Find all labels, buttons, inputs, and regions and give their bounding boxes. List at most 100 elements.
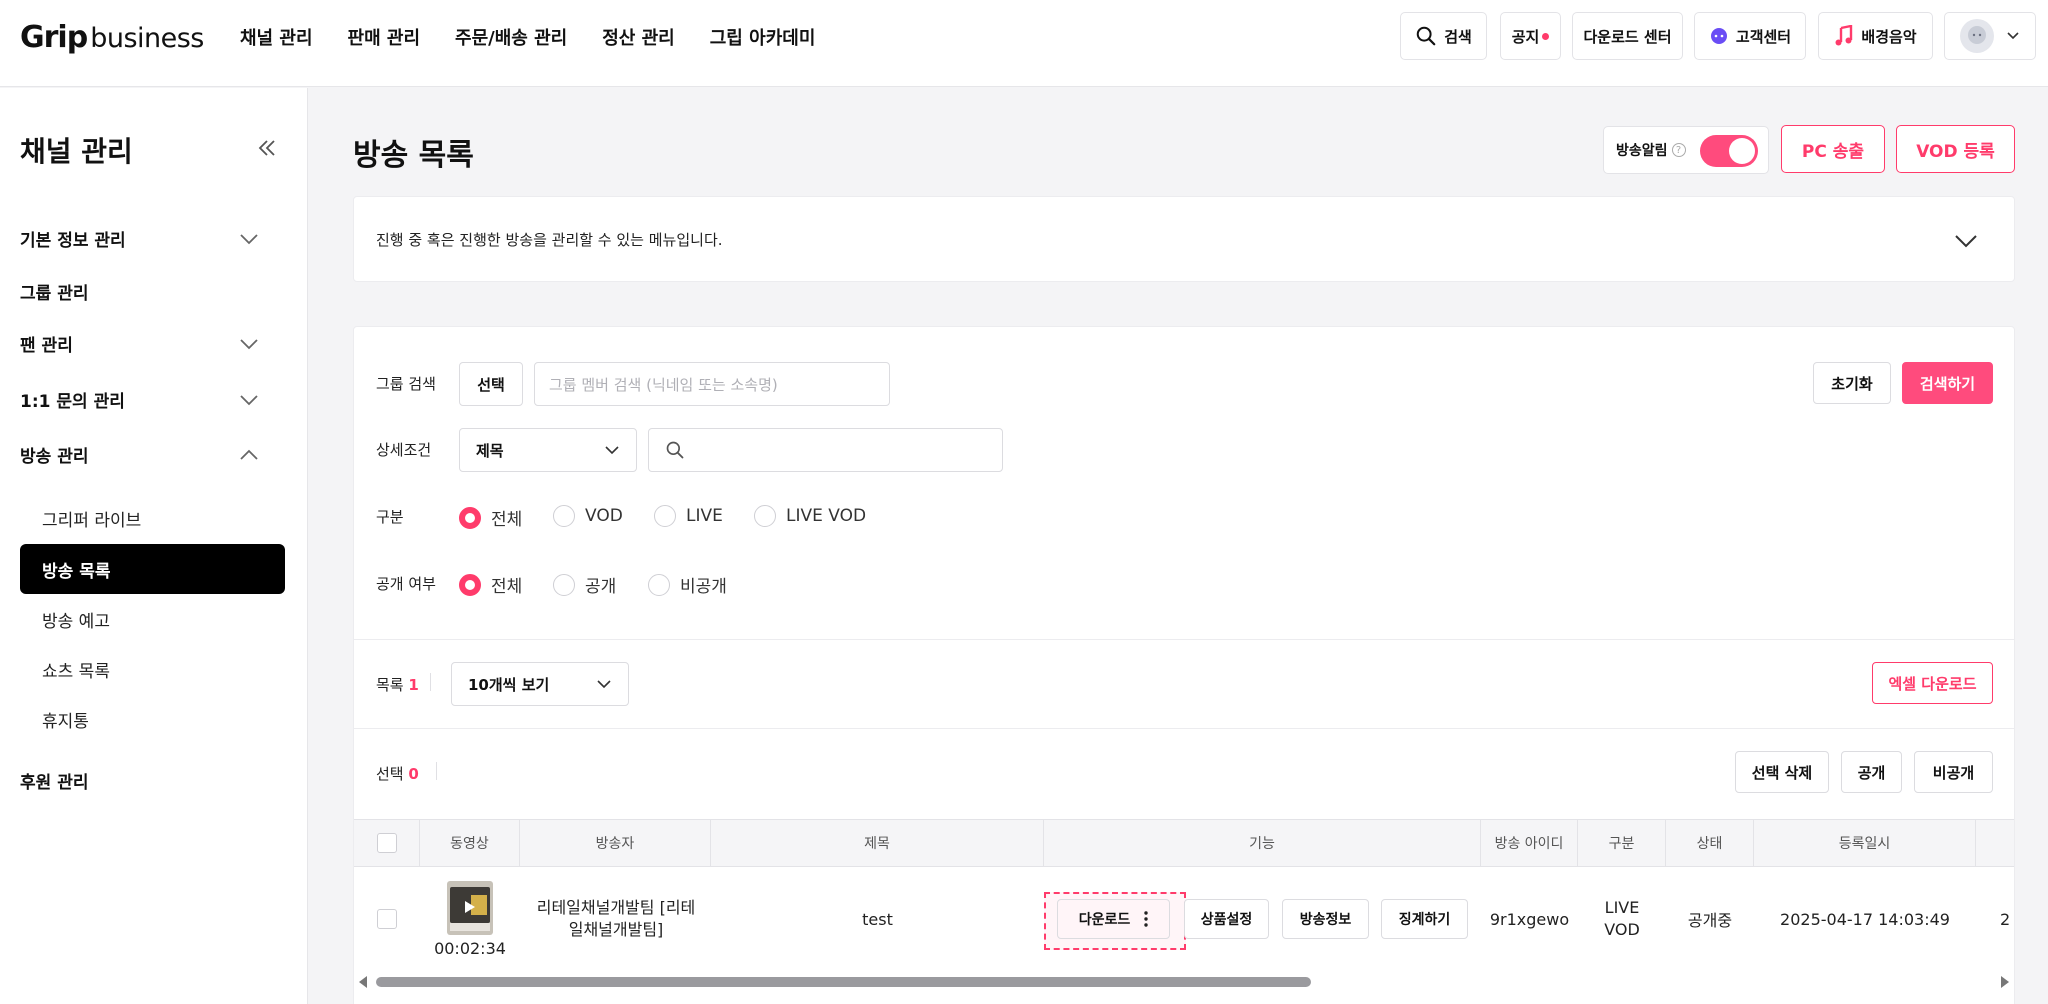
menu-info-bar[interactable]: 진행 중 혹은 진행한 방송을 관리할 수 있는 메뉴입니다.: [353, 196, 2015, 282]
horizontal-scrollbar[interactable]: [354, 973, 2014, 989]
top-header: Grip business 채널 관리 판매 관리 주문/배송 관리 정산 관리…: [0, 0, 2048, 87]
alarm-label: 방송알림: [1616, 143, 1668, 159]
discipline-button[interactable]: 징계하기: [1381, 899, 1468, 939]
chevron-down-icon: [240, 394, 258, 405]
excel-download-button[interactable]: 엑셀 다운로드: [1872, 662, 1993, 704]
broadcast-info-button[interactable]: 방송정보: [1282, 899, 1369, 939]
type-radio-vod[interactable]: VOD: [553, 505, 623, 527]
download-center-button[interactable]: 다운로드 센터: [1572, 12, 1683, 60]
radio-unselected: [648, 573, 670, 596]
radio-label: 전체: [491, 577, 523, 597]
double-chevron-left-icon[interactable]: [255, 136, 279, 160]
group-select-button[interactable]: 선택: [459, 362, 523, 406]
nav-channel[interactable]: 채널 관리: [240, 24, 313, 50]
sidebar-sub-gripper-live[interactable]: 그리퍼 라이브: [20, 493, 285, 543]
download-button[interactable]: 다운로드: [1057, 899, 1170, 939]
reset-button[interactable]: 초기화: [1813, 362, 1891, 404]
notice-button[interactable]: 공지: [1500, 12, 1561, 60]
delete-selected-button[interactable]: 선택 삭제: [1735, 751, 1829, 793]
detail-condition-label: 상세조건: [376, 441, 432, 459]
public-label: 공개 여부: [376, 575, 436, 593]
column-header-broadcast-id: 방송 아이디: [1481, 820, 1578, 866]
sidebar-sub-broadcast-list[interactable]: 방송 목록: [20, 544, 285, 594]
detail-condition-value: 제목: [476, 441, 504, 460]
radio-unselected: [553, 573, 575, 596]
public-radio-all[interactable]: 전체: [459, 572, 522, 597]
broadcast-list-panel: 그룹 검색 선택 그룹 멤버 검색 (닉네임 또는 소속명) 초기화 검색하기 …: [353, 326, 2015, 1004]
support-button[interactable]: 고객센터: [1694, 12, 1806, 60]
radio-label: LIVE VOD: [786, 506, 867, 526]
sidebar-item-label: 방송 관리: [20, 447, 89, 467]
public-radio-public[interactable]: 공개: [553, 572, 616, 597]
alarm-toggle[interactable]: [1700, 135, 1758, 167]
group-member-search-input[interactable]: 그룹 멤버 검색 (닉네임 또는 소속명): [534, 362, 890, 406]
broadcaster-cell: 리테일채널개발팀 [리테일채널개발팀]: [536, 898, 696, 939]
product-settings-button[interactable]: 상품설정: [1184, 899, 1269, 939]
sidebar-sub-trash[interactable]: 휴지통: [20, 694, 285, 744]
keyword-search-input[interactable]: [648, 428, 1003, 472]
radio-label: VOD: [585, 506, 623, 526]
video-cell: 00:02:34: [420, 867, 520, 971]
bgm-button[interactable]: 배경음악: [1818, 12, 1933, 60]
registered-cell: 2025-04-17 14:03:49: [1780, 909, 1950, 929]
vod-register-button[interactable]: VOD 등록: [1896, 125, 2015, 173]
row-checkbox[interactable]: [377, 909, 397, 929]
group-search-label: 그룹 검색: [376, 375, 436, 393]
sidebar-sub-broadcast-preview[interactable]: 방송 예고: [20, 594, 285, 644]
sidebar-title: 채널 관리: [20, 135, 133, 168]
page-title: 방송 목록: [353, 138, 474, 173]
overflow-cell: 2: [2000, 909, 2011, 929]
type-radio-live-vod[interactable]: LIVE VOD: [754, 505, 866, 527]
chat-bubble-icon: [1710, 28, 1727, 44]
detail-condition-select[interactable]: 제목: [459, 428, 637, 472]
sidebar-item-label: 기본 정보 관리: [20, 231, 126, 251]
make-private-button[interactable]: 비공개: [1914, 751, 1993, 793]
sidebar-item-group[interactable]: 그룹 관리: [20, 279, 260, 304]
radio-label: 전체: [491, 510, 523, 530]
search-button[interactable]: 검색: [1400, 12, 1487, 60]
help-icon[interactable]: ?: [1671, 143, 1686, 157]
download-label: 다운로드: [1078, 912, 1131, 928]
nav-academy[interactable]: 그립 아카데미: [710, 24, 816, 50]
select-all-checkbox[interactable]: [376, 833, 397, 853]
table-row-checkbox-cell: [354, 867, 420, 971]
nav-sales[interactable]: 판매 관리: [348, 24, 421, 50]
public-radio-private[interactable]: 비공개: [648, 572, 727, 597]
selected-count-value: 0: [408, 765, 419, 783]
type-radio-live[interactable]: LIVE: [654, 505, 723, 527]
avatar-icon: [1960, 19, 1994, 53]
chevron-down-icon: [597, 680, 611, 689]
sidebar-item-basic-info[interactable]: 기본 정보 관리: [20, 226, 260, 251]
scrollbar-thumb[interactable]: [376, 977, 1311, 987]
sidebar-item-label: 그룹 관리: [20, 284, 89, 304]
scroll-left-icon[interactable]: [358, 976, 368, 988]
radio-unselected: [553, 505, 575, 527]
pc-broadcast-button[interactable]: PC 송출: [1781, 125, 1885, 173]
profile-menu-button[interactable]: [1944, 12, 2036, 60]
search-icon: [1416, 26, 1436, 46]
sidebar-item-inquiry[interactable]: 1:1 문의 관리: [20, 387, 260, 412]
scroll-right-icon[interactable]: [2000, 976, 2010, 988]
radio-label: 비공개: [680, 577, 727, 597]
sidebar-sub-shorts-list[interactable]: 쇼츠 목록: [20, 644, 285, 694]
nav-orders[interactable]: 주문/배송 관리: [455, 24, 567, 50]
grip-business-logo[interactable]: Grip business: [20, 20, 204, 55]
search-button-label: 검색: [1444, 27, 1472, 46]
type-radio-all[interactable]: 전체: [459, 505, 522, 530]
nav-settlement[interactable]: 정산 관리: [602, 24, 675, 50]
chevron-down-icon: [240, 233, 258, 244]
page-size-select[interactable]: 10개씩 보기: [451, 662, 629, 706]
support-label: 고객센터: [1735, 27, 1792, 46]
video-thumbnail[interactable]: [447, 880, 493, 935]
header-checkbox-cell: [354, 820, 420, 866]
column-header-title: 제목: [711, 820, 1044, 866]
music-note-icon: [1835, 25, 1853, 46]
sidebar-item-donation[interactable]: 후원 관리: [20, 768, 260, 793]
search-submit-button[interactable]: 검색하기: [1902, 362, 1993, 404]
radio-label: LIVE: [686, 506, 723, 526]
type-value-line2: VOD: [1604, 920, 1640, 939]
make-public-button[interactable]: 공개: [1841, 751, 1902, 793]
more-vertical-icon[interactable]: [1144, 911, 1148, 927]
sidebar-item-broadcast[interactable]: 방송 관리: [20, 442, 260, 467]
sidebar-item-fan[interactable]: 팬 관리: [20, 331, 260, 356]
